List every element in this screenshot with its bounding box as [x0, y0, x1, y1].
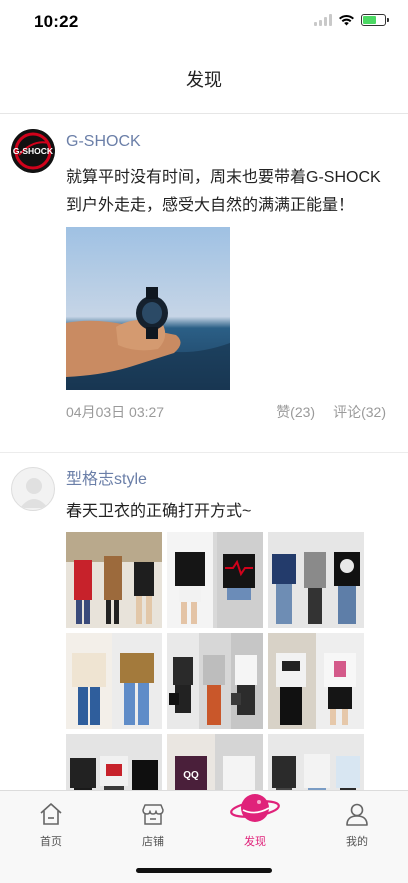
post-image-tile[interactable]	[167, 532, 263, 628]
default-avatar-icon	[20, 478, 48, 508]
store-icon	[142, 804, 164, 825]
feed-post[interactable]: 型格志style 春天卫衣的正确打开方式~ QQ	[0, 453, 408, 790]
post-text: 就算平时没有时间，周末也要带着G-SHOCK到户外走走，感受大自然的满满正能量！	[66, 169, 381, 214]
post-image-tile[interactable]	[268, 532, 364, 628]
discover-feed[interactable]: G-SHOCK G-SHOCK 就算平时没有时间，周末也要带着G-SHOCK到户…	[0, 115, 408, 790]
post-image-tile[interactable]	[66, 633, 162, 729]
post-image-tile[interactable]	[66, 734, 162, 790]
post-date: 04月03日 03:27	[66, 404, 165, 420]
post-text: 春天卫衣的正确打开方式~	[66, 503, 252, 520]
planet-icon[interactable]	[229, 790, 281, 828]
post-image-tile[interactable]	[167, 633, 263, 729]
user-icon	[346, 803, 368, 826]
post-image-grid: QQ	[66, 532, 386, 790]
status-time: 10:22	[34, 12, 79, 31]
tab-profile[interactable]: 我的	[306, 791, 408, 851]
wifi-icon	[339, 14, 354, 26]
svg-text:G-SHOCK: G-SHOCK	[13, 146, 54, 156]
status-icons	[314, 14, 389, 26]
tab-home-label: 首页	[40, 836, 62, 848]
avatar[interactable]	[11, 467, 55, 511]
feed-post[interactable]: G-SHOCK G-SHOCK 就算平时没有时间，周末也要带着G-SHOCK到户…	[0, 115, 408, 453]
post-image-tile[interactable]: QQ	[167, 734, 263, 790]
tab-store-label: 店铺	[142, 836, 164, 848]
post-image-tile[interactable]	[268, 633, 364, 729]
tab-store[interactable]: 店铺	[102, 791, 204, 851]
avatar[interactable]: G-SHOCK	[11, 129, 55, 173]
battery-charging-icon	[361, 14, 389, 26]
home-icon	[40, 803, 62, 825]
post-image[interactable]	[66, 227, 230, 390]
signal-icon	[314, 14, 332, 26]
tab-profile-label: 我的	[346, 836, 368, 848]
nav-bar: 发现	[0, 44, 408, 114]
post-image-tile[interactable]	[66, 532, 162, 628]
tab-discover-label: 发现	[244, 836, 266, 848]
post-image-tile[interactable]	[268, 734, 364, 790]
post-author[interactable]: G-SHOCK	[66, 130, 386, 154]
tab-home[interactable]: 首页	[0, 791, 102, 851]
post-author[interactable]: 型格志style	[66, 468, 386, 492]
page-title: 发现	[186, 69, 222, 90]
svg-text:QQ: QQ	[183, 770, 199, 781]
battery-level-fill	[363, 16, 376, 24]
home-indicator	[136, 868, 272, 873]
comment-button[interactable]: 评论(32)	[333, 402, 386, 422]
post-meta: 04月03日 03:27 赞(23) 评论(32)	[66, 400, 386, 424]
status-bar: 10:22	[0, 0, 408, 44]
gshock-logo: G-SHOCK	[11, 129, 55, 173]
like-button[interactable]: 赞(23)	[276, 402, 315, 422]
